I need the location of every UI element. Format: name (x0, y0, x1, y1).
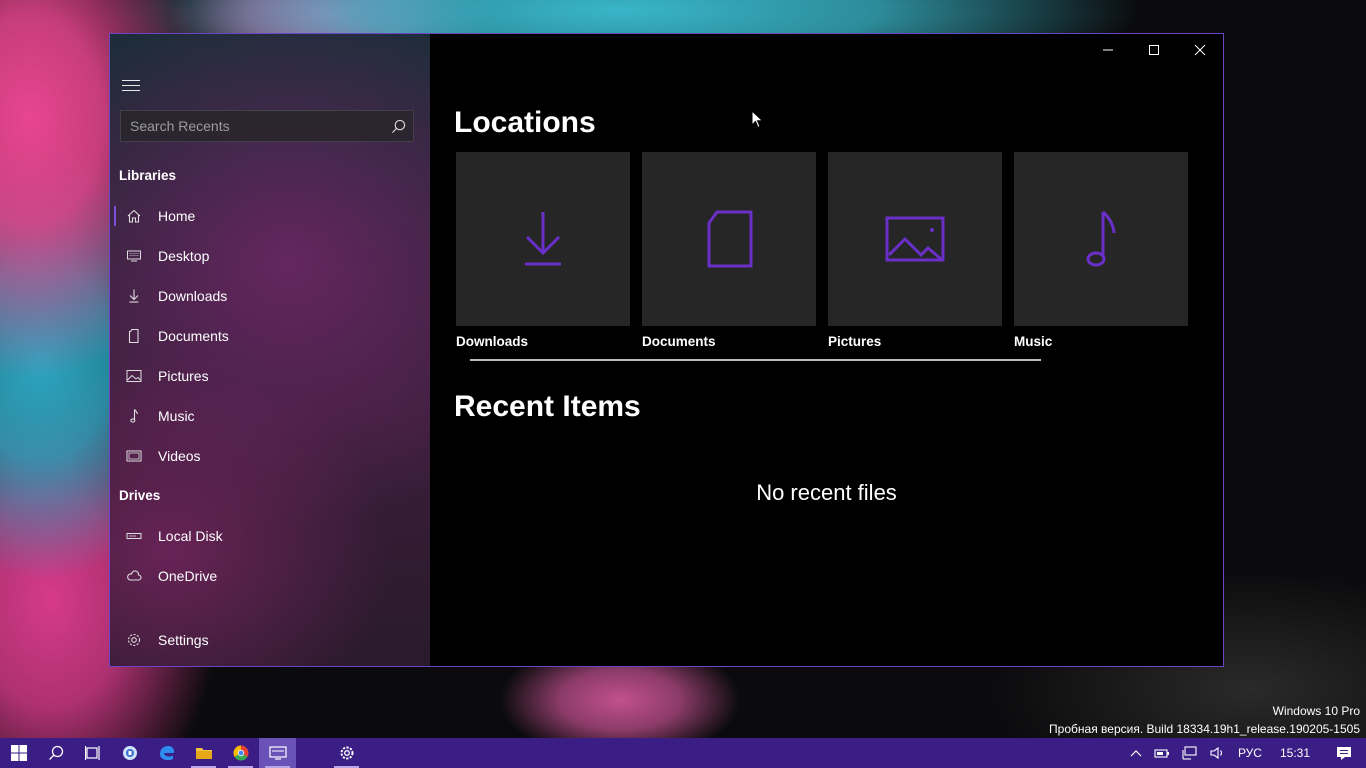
music-icon (110, 408, 158, 424)
search-icon (48, 745, 63, 760)
home-icon (110, 208, 158, 224)
sidebar-item-label: Documents (158, 328, 229, 344)
sidebar-item-home[interactable]: Home (110, 196, 430, 236)
drives-heading: Drives (119, 488, 161, 503)
tile-label-downloads: Downloads (456, 334, 529, 349)
task-view-icon (84, 746, 100, 760)
search-icon[interactable] (383, 111, 413, 141)
tray-overflow-chevron-icon[interactable] (1124, 738, 1148, 768)
drive-icon (110, 528, 158, 544)
sidebar-item-onedrive[interactable]: OneDrive (110, 556, 430, 596)
search-box (120, 110, 414, 142)
taskbar-app-1[interactable] (111, 738, 148, 768)
cloud-icon (110, 568, 158, 584)
sidebar-item-pictures[interactable]: Pictures (110, 356, 430, 396)
sidebar-item-label: Videos (158, 448, 201, 464)
location-tile-music[interactable] (1014, 152, 1188, 326)
taskbar-chrome[interactable] (222, 738, 259, 768)
sidebar-item-documents[interactable]: Documents (110, 316, 430, 356)
picture-icon (110, 368, 158, 384)
gear-icon (340, 746, 353, 760)
tile-label-documents: Documents (642, 334, 716, 349)
sidebar-item-label: Pictures (158, 368, 209, 384)
music-icon (1086, 210, 1116, 267)
chrome-icon (233, 745, 248, 761)
gear-icon (110, 632, 158, 648)
sidebar-item-downloads[interactable]: Downloads (110, 276, 430, 316)
picture-icon (885, 216, 945, 262)
files-app-window: Libraries Home Desktop Downloads Documen… (109, 33, 1224, 667)
close-button[interactable] (1177, 34, 1223, 66)
sidebar-item-desktop[interactable]: Desktop (110, 236, 430, 276)
document-icon (110, 328, 158, 344)
files-app-icon (268, 746, 287, 760)
edge-icon (159, 745, 174, 761)
desktop-icon (110, 248, 158, 264)
sidebar: Libraries Home Desktop Downloads Documen… (110, 34, 430, 666)
taskbar-files-app[interactable] (259, 738, 296, 768)
taskbar-spacer (296, 738, 328, 768)
action-center-icon[interactable] (1322, 738, 1366, 768)
maximize-button[interactable] (1131, 34, 1177, 66)
taskbar-edge[interactable] (148, 738, 185, 768)
empty-state-text: No recent files (756, 480, 897, 505)
video-icon (110, 448, 158, 464)
windows-logo-icon (10, 745, 27, 761)
tray-battery-icon[interactable] (1148, 738, 1176, 768)
sidebar-item-label: Desktop (158, 248, 210, 264)
scroll-indicator[interactable] (470, 359, 1041, 361)
start-button[interactable] (0, 738, 37, 768)
search-button[interactable] (37, 738, 74, 768)
folder-icon (195, 748, 212, 759)
taskbar-settings[interactable] (328, 738, 365, 768)
sidebar-item-label: Home (158, 208, 196, 224)
libraries-heading: Libraries (119, 168, 177, 183)
main-content: Locations Downloads Documents Pictures M… (430, 34, 1223, 666)
taskbar: РУС 15:31 (0, 738, 1366, 768)
location-tile-pictures[interactable] (828, 152, 1002, 326)
tile-label-pictures: Pictures (828, 334, 882, 349)
sidebar-item-label: Music (158, 408, 195, 424)
taskbar-file-explorer[interactable] (185, 738, 222, 768)
recent-items-heading: Recent Items (454, 390, 641, 423)
document-icon (707, 210, 753, 268)
watermark-build: Пробная версия. Build 18334.19h1_release… (1049, 722, 1360, 736)
search-input[interactable] (121, 117, 383, 135)
tray-network-icon[interactable] (1176, 738, 1204, 768)
hamburger-menu-icon[interactable] (122, 80, 140, 94)
minimize-button[interactable] (1085, 34, 1131, 66)
watermark-edition: Windows 10 Pro (1272, 704, 1360, 718)
download-icon (525, 212, 561, 266)
mouse-cursor-icon (751, 110, 764, 129)
task-view-button[interactable] (74, 738, 111, 768)
tray-language[interactable]: РУС (1232, 738, 1268, 768)
location-tile-documents[interactable] (642, 152, 816, 326)
download-icon (110, 288, 158, 304)
settings-label: Settings (158, 632, 209, 648)
sidebar-item-label: Local Disk (158, 528, 223, 544)
sidebar-item-music[interactable]: Music (110, 396, 430, 436)
locations-heading: Locations (454, 106, 596, 139)
sidebar-item-videos[interactable]: Videos (110, 436, 430, 476)
location-tile-downloads[interactable] (456, 152, 630, 326)
system-tray: РУС 15:31 (1124, 738, 1366, 768)
sidebar-item-settings[interactable]: Settings (110, 620, 430, 660)
sidebar-item-local-disk[interactable]: Local Disk (110, 516, 430, 556)
sidebar-item-label: OneDrive (158, 568, 218, 584)
sidebar-item-label: Downloads (158, 288, 228, 304)
tile-label-music: Music (1014, 334, 1053, 349)
app-globe-icon (122, 746, 137, 760)
tray-volume-icon[interactable] (1204, 738, 1232, 768)
tray-clock[interactable]: 15:31 (1268, 738, 1322, 768)
